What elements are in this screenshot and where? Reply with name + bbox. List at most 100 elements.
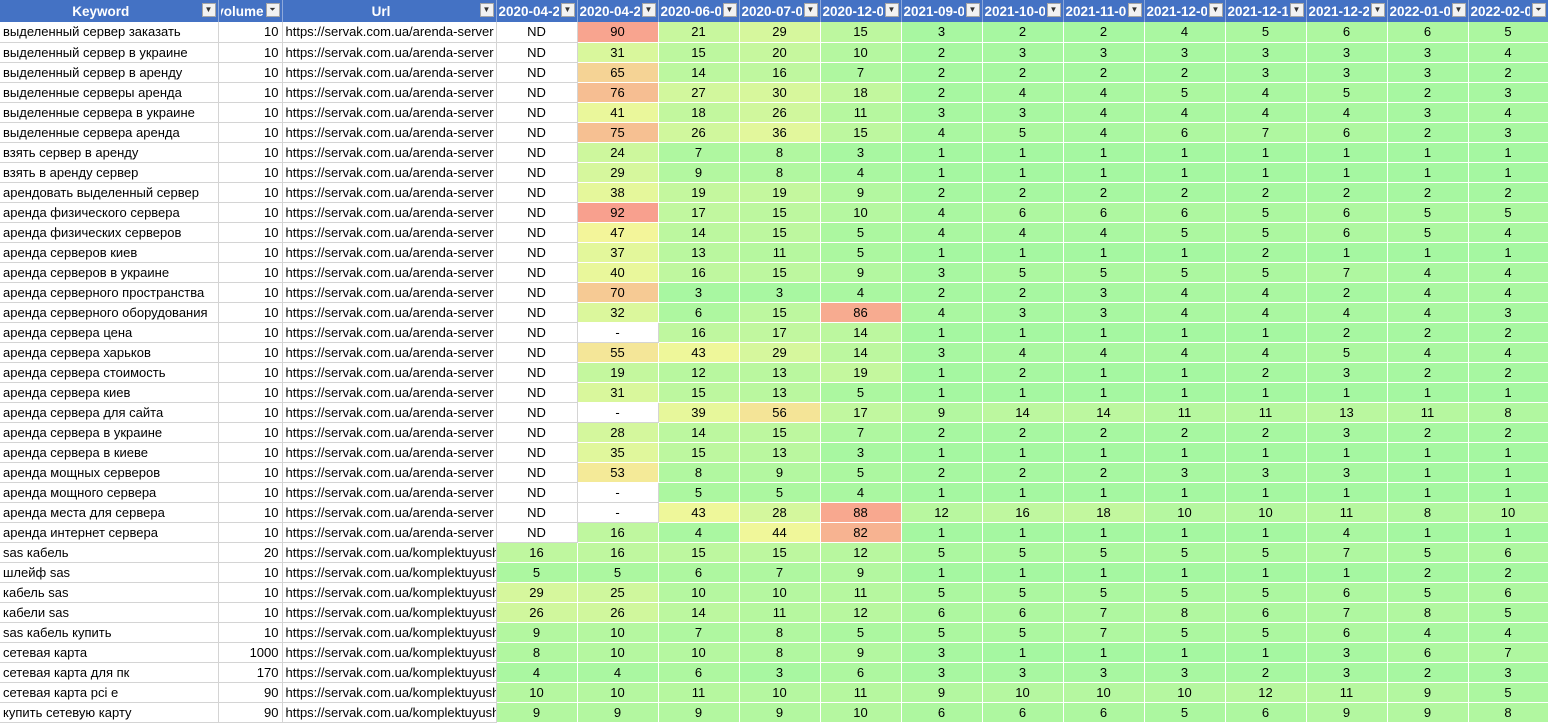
rank-cell[interactable]: 12 [901, 502, 982, 522]
rank-cell[interactable]: 3 [1144, 42, 1225, 62]
filter-dropdown-icon[interactable]: ▼ [1127, 3, 1142, 17]
rank-cell[interactable]: 1 [901, 382, 982, 402]
rank-cell[interactable]: ND [496, 242, 578, 263]
search-volume-cell[interactable]: 10 [218, 442, 283, 463]
url-cell[interactable]: https://servak.com.ua/arenda-server [282, 22, 497, 43]
rank-cell[interactable]: 13 [739, 442, 820, 462]
rank-cell[interactable]: 2 [982, 362, 1063, 382]
column-header[interactable]: 2020-06-01▼ [658, 0, 740, 22]
rank-cell[interactable]: 1 [1144, 442, 1225, 462]
rank-cell[interactable]: 5 [1387, 582, 1468, 602]
rank-cell[interactable]: 11 [820, 682, 901, 702]
url-cell[interactable]: https://servak.com.ua/arenda-server [282, 202, 497, 223]
url-cell[interactable]: https://servak.com.ua/komplektuyushchie [282, 622, 497, 643]
rank-cell[interactable]: 7 [1306, 542, 1387, 562]
rank-cell[interactable]: 17 [739, 322, 820, 342]
rank-cell[interactable]: 2 [1225, 362, 1306, 382]
rank-cell[interactable]: 18 [1063, 502, 1144, 522]
rank-cell[interactable]: 1 [1144, 562, 1225, 582]
rank-cell[interactable]: 3 [739, 662, 820, 682]
rank-cell[interactable]: 90 [577, 22, 658, 42]
rank-cell[interactable]: 7 [1306, 602, 1387, 622]
rank-cell[interactable]: 3 [658, 282, 739, 302]
rank-cell[interactable]: 7 [820, 422, 901, 442]
rank-cell[interactable]: 35 [577, 442, 658, 462]
rank-cell[interactable]: 9 [820, 562, 901, 582]
rank-cell[interactable]: 3 [1063, 662, 1144, 682]
rank-cell[interactable]: 4 [1468, 622, 1548, 642]
url-cell[interactable]: https://servak.com.ua/komplektuyushchie [282, 662, 497, 683]
column-header[interactable]: 2021-12-29▼ [1306, 0, 1388, 22]
rank-cell[interactable]: 2 [1063, 62, 1144, 82]
rank-cell[interactable]: 3 [1468, 302, 1548, 322]
url-cell[interactable]: https://servak.com.ua/arenda-server [282, 82, 497, 103]
rank-cell[interactable]: 2 [1468, 182, 1548, 202]
url-cell[interactable]: https://servak.com.ua/arenda-server [282, 142, 497, 163]
url-cell[interactable]: https://servak.com.ua/arenda-server [282, 282, 497, 303]
rank-cell[interactable]: 5 [1144, 702, 1225, 722]
rank-cell[interactable]: 8 [1468, 402, 1548, 422]
url-cell[interactable]: https://servak.com.ua/arenda-server [282, 502, 497, 523]
rank-cell[interactable]: 5 [820, 222, 901, 242]
rank-cell[interactable]: 4 [1468, 222, 1548, 242]
rank-cell[interactable]: 9 [820, 262, 901, 282]
keyword-cell[interactable]: кабели sas [0, 602, 219, 623]
rank-cell[interactable]: 13 [739, 362, 820, 382]
search-volume-cell[interactable]: 10 [218, 322, 283, 343]
rank-cell[interactable]: ND [496, 202, 578, 223]
filter-dropdown-icon[interactable]: ▼ [803, 3, 818, 17]
rank-cell[interactable]: 6 [1306, 582, 1387, 602]
rank-cell[interactable]: 6 [1306, 222, 1387, 242]
rank-cell[interactable]: 1 [1306, 382, 1387, 402]
rank-cell[interactable]: 8 [1387, 602, 1468, 622]
column-header[interactable]: 2021-10-01▼ [982, 0, 1064, 22]
rank-cell[interactable]: 4 [1063, 102, 1144, 122]
rank-cell[interactable]: 4 [1387, 622, 1468, 642]
rank-cell[interactable]: 3 [739, 282, 820, 302]
search-volume-cell[interactable]: 10 [218, 502, 283, 523]
rank-cell[interactable]: 7 [739, 562, 820, 582]
rank-cell[interactable]: 53 [577, 462, 658, 482]
rank-cell[interactable]: 4 [1225, 82, 1306, 102]
rank-cell[interactable]: 4 [1144, 282, 1225, 302]
rank-cell[interactable]: 10 [577, 642, 658, 662]
column-header[interactable]: 2021-12-01▼ [1144, 0, 1226, 22]
url-cell[interactable]: https://servak.com.ua/arenda-server [282, 482, 497, 503]
rank-cell[interactable]: 5 [1225, 202, 1306, 222]
rank-cell[interactable]: 4 [820, 482, 901, 502]
rank-cell[interactable]: 5 [1063, 262, 1144, 282]
rank-cell[interactable]: 3 [1063, 282, 1144, 302]
url-cell[interactable]: https://servak.com.ua/arenda-server [282, 302, 497, 323]
url-cell[interactable]: https://servak.com.ua/komplektuyushchie [282, 642, 497, 663]
rank-cell[interactable]: 2 [1225, 422, 1306, 442]
rank-cell[interactable]: 15 [658, 382, 739, 402]
rank-cell[interactable]: 10 [1225, 502, 1306, 522]
rank-cell[interactable]: 5 [1387, 222, 1468, 242]
rank-cell[interactable]: 6 [982, 202, 1063, 222]
keyword-cell[interactable]: выделенный сервер заказать [0, 22, 219, 43]
rank-cell[interactable]: ND [496, 362, 578, 383]
keyword-cell[interactable]: аренда места для сервера [0, 502, 219, 523]
rank-cell[interactable]: 7 [820, 62, 901, 82]
rank-cell[interactable]: 1 [1144, 322, 1225, 342]
rank-cell[interactable]: 2 [901, 42, 982, 62]
rank-cell[interactable]: 28 [577, 422, 658, 442]
rank-cell[interactable]: 10 [1144, 502, 1225, 522]
rank-cell[interactable]: 4 [577, 662, 658, 682]
rank-cell[interactable]: 20 [739, 42, 820, 62]
column-header[interactable]: Url ▼ [282, 0, 497, 22]
rank-cell[interactable]: 1 [1144, 642, 1225, 662]
rank-cell[interactable]: 5 [1063, 582, 1144, 602]
rank-cell[interactable]: 11 [1306, 682, 1387, 702]
rank-cell[interactable]: 6 [1387, 642, 1468, 662]
rank-cell[interactable]: 4 [1225, 102, 1306, 122]
rank-cell[interactable]: 40 [577, 262, 658, 282]
search-volume-cell[interactable]: 90 [218, 702, 283, 723]
keyword-cell[interactable]: сетевая карта [0, 642, 219, 663]
rank-cell[interactable]: 10 [658, 642, 739, 662]
rank-cell[interactable]: ND [496, 122, 578, 143]
keyword-cell[interactable]: взять в аренду сервер [0, 162, 219, 183]
column-header[interactable]: 2020-07-01▼ [739, 0, 821, 22]
rank-cell[interactable]: 6 [982, 702, 1063, 722]
rank-cell[interactable]: 5 [1225, 22, 1306, 42]
